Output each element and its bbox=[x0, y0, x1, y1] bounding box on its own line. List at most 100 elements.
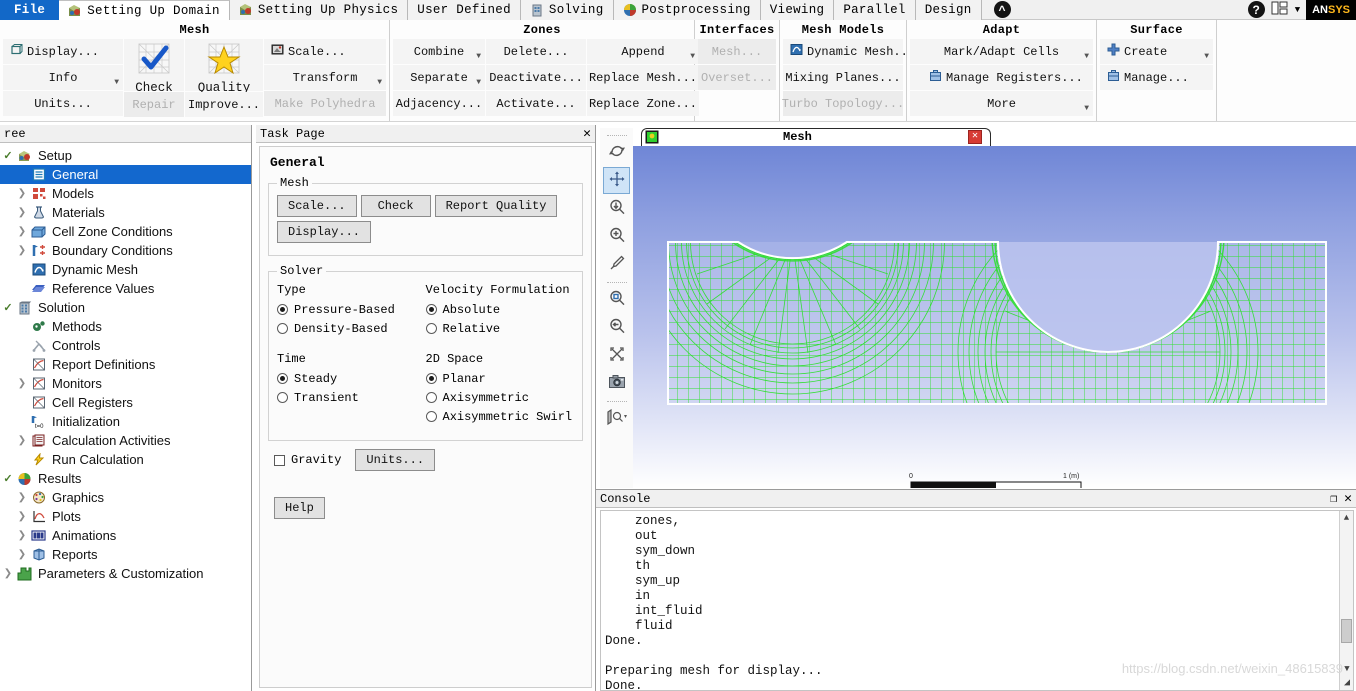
tree-item-reference-values[interactable]: Reference Values bbox=[0, 279, 251, 298]
zones-delete-button[interactable]: Delete... bbox=[486, 39, 586, 64]
zoom-fit-button[interactable] bbox=[603, 195, 630, 222]
mesh-scale-button[interactable]: Scale... bbox=[264, 39, 386, 64]
radio-axisymmetric[interactable]: Axisymmetric bbox=[425, 388, 575, 407]
radio-steady[interactable]: Steady bbox=[277, 369, 426, 388]
refresh-button[interactable] bbox=[603, 139, 630, 166]
zoom-in-button[interactable] bbox=[603, 223, 630, 250]
chevron-right-icon[interactable]: ❯ bbox=[14, 549, 30, 560]
zones-replace-zone-button[interactable]: Replace Zone... bbox=[587, 91, 699, 116]
help-button[interactable]: Help bbox=[274, 497, 325, 519]
tree-item-reports[interactable]: ❯ Reports bbox=[0, 545, 251, 564]
tree-item-graphics[interactable]: ❯ Graphics bbox=[0, 488, 251, 507]
help-icon[interactable]: ? bbox=[1247, 1, 1265, 18]
chevron-right-icon[interactable]: ❯ bbox=[14, 188, 30, 199]
tree-item-initialization[interactable]: t=0 Initialization bbox=[0, 412, 251, 431]
units-button[interactable]: Units... bbox=[355, 449, 436, 471]
chevron-right-icon[interactable]: ❯ bbox=[14, 511, 30, 522]
ribbon-tab-setting-up-physics[interactable]: Setting Up Physics bbox=[229, 0, 409, 20]
mesh-units-button[interactable]: Units... bbox=[3, 91, 123, 116]
report-quality-button[interactable]: Report Quality bbox=[434, 195, 558, 217]
tree-item-results[interactable]: ✓ Results bbox=[0, 469, 251, 488]
chevron-down-icon[interactable]: ▼ bbox=[690, 52, 695, 61]
ribbon-tab-setting-up-domain[interactable]: Setting Up Domain bbox=[59, 0, 230, 20]
tree-item-methods[interactable]: Methods bbox=[0, 317, 251, 336]
console-body[interactable]: zones, out sym_down th sym_up in int_flu… bbox=[600, 510, 1354, 691]
radio-planar[interactable]: Planar bbox=[425, 369, 575, 388]
zones-append-button[interactable]: Append ▼ bbox=[587, 39, 699, 64]
tree-item-animations[interactable]: ❯ Animations bbox=[0, 526, 251, 545]
radio-axisymmetric-swirl[interactable]: Axisymmetric Swirl bbox=[425, 407, 575, 426]
restore-icon[interactable]: ❐ bbox=[1330, 491, 1337, 506]
radio-transient[interactable]: Transient bbox=[277, 388, 426, 407]
tree-item-materials[interactable]: ❯ Materials bbox=[0, 203, 251, 222]
camera-button[interactable] bbox=[603, 370, 630, 397]
tree-item-plots[interactable]: ❯ Plots bbox=[0, 507, 251, 526]
chevron-right-icon[interactable]: ❯ bbox=[14, 435, 30, 446]
ribbon-tab-solving[interactable]: Solving bbox=[520, 0, 614, 20]
tree-item-dynamic-mesh[interactable]: Dynamic Mesh bbox=[0, 260, 251, 279]
mesh-make-polyhedra-button[interactable]: Make Polyhedra bbox=[264, 91, 386, 116]
tree-item-solution[interactable]: ✓ Solution bbox=[0, 298, 251, 317]
zoom-out-button[interactable] bbox=[603, 314, 630, 341]
chevron-right-icon[interactable]: ❯ bbox=[0, 568, 16, 579]
tree-item-controls[interactable]: Controls bbox=[0, 336, 251, 355]
manage-registers-button[interactable]: Manage Registers... bbox=[910, 65, 1093, 90]
mesh-check-button[interactable]: Check bbox=[124, 39, 184, 95]
outline-tree-body[interactable]: ✓ Setup General ❯ Models ❯ Materials ❯ Cell Zon… bbox=[0, 143, 251, 691]
ribbon-collapse-button[interactable]: ^ bbox=[990, 0, 1015, 19]
fit-to-window-button[interactable] bbox=[603, 342, 630, 369]
chevron-down-icon[interactable]: ▼ bbox=[476, 78, 481, 87]
chevron-right-icon[interactable]: ❯ bbox=[14, 245, 30, 256]
graphics-canvas[interactable]: 0 1 (m) bbox=[633, 146, 1356, 490]
turbo-topology-button[interactable]: Turbo Topology... bbox=[782, 91, 904, 116]
chevron-down-icon[interactable]: ▼ bbox=[1204, 52, 1209, 61]
ribbon-tab-design[interactable]: Design bbox=[915, 0, 982, 20]
gravity-checkbox[interactable]: Gravity bbox=[274, 453, 341, 467]
graphics-window-tab[interactable]: Mesh ✕ bbox=[633, 128, 1356, 146]
display-options-button[interactable] bbox=[603, 405, 630, 432]
dynamic-mesh-button[interactable]: Dynamic Mesh... bbox=[783, 39, 915, 64]
interfaces-mesh-button[interactable]: Mesh... bbox=[698, 39, 776, 64]
mixing-planes-button[interactable]: Mixing Planes... bbox=[783, 65, 903, 90]
zones-deactivate-button[interactable]: Deactivate... bbox=[486, 65, 586, 90]
tree-item-boundary-conditions[interactable]: ❯ Boundary Conditions bbox=[0, 241, 251, 260]
tree-item-general[interactable]: General bbox=[0, 165, 251, 184]
surface-manage-button[interactable]: Manage... bbox=[1100, 65, 1213, 90]
mesh-quality-button[interactable]: Quality bbox=[185, 39, 263, 95]
chevron-down-icon[interactable]: ▼ bbox=[1340, 662, 1353, 676]
tree-item-cell-zone-conditions[interactable]: ❯ Cell Zone Conditions bbox=[0, 222, 251, 241]
pan-move-button[interactable] bbox=[603, 167, 630, 194]
zoom-region-button[interactable] bbox=[603, 286, 630, 313]
radio-relative[interactable]: Relative bbox=[425, 319, 575, 338]
chevron-right-icon[interactable]: ❯ bbox=[14, 492, 30, 503]
resize-grip-icon[interactable]: ◢ bbox=[1340, 676, 1353, 690]
chevron-down-icon[interactable]: ▼ bbox=[1084, 104, 1089, 113]
mesh-info-button[interactable]: Info ▼ bbox=[3, 65, 123, 90]
chevron-down-icon[interactable]: ▼ bbox=[114, 78, 119, 87]
zones-combine-button[interactable]: Combine ▼ bbox=[393, 39, 485, 64]
layout-icon[interactable] bbox=[1271, 0, 1289, 20]
chevron-down-icon[interactable]: ▼ bbox=[377, 78, 382, 87]
surface-create-button[interactable]: Create ▼ bbox=[1100, 39, 1213, 64]
check-button[interactable]: Check bbox=[360, 195, 431, 217]
tree-item-report-definitions[interactable]: Report Definitions bbox=[0, 355, 251, 374]
close-icon[interactable]: ✕ bbox=[968, 130, 982, 144]
tree-item-run-calculation[interactable]: Run Calculation bbox=[0, 450, 251, 469]
ribbon-tab-postprocessing[interactable]: Postprocessing bbox=[613, 0, 761, 20]
chevron-right-icon[interactable]: ❯ bbox=[14, 378, 30, 389]
radio-absolute[interactable]: Absolute bbox=[425, 300, 575, 319]
tree-item-setup[interactable]: ✓ Setup bbox=[0, 146, 251, 165]
zones-separate-button[interactable]: Separate ▼ bbox=[393, 65, 485, 90]
chevron-right-icon[interactable]: ❯ bbox=[14, 530, 30, 541]
scale-button[interactable]: Scale... bbox=[277, 195, 357, 217]
tree-item-calculation-activities[interactable]: ❯ Calculation Activities bbox=[0, 431, 251, 450]
mesh-repair-button[interactable]: Repair bbox=[124, 92, 184, 117]
ribbon-tab-file[interactable]: File bbox=[0, 0, 60, 20]
tree-item-models[interactable]: ❯ Models bbox=[0, 184, 251, 203]
radio-density-based[interactable]: Density-Based bbox=[277, 319, 426, 338]
adapt-more-button[interactable]: More ▼ bbox=[910, 91, 1093, 116]
ribbon-tab-parallel[interactable]: Parallel bbox=[834, 0, 916, 20]
chevron-up-icon[interactable]: ▲ bbox=[1340, 511, 1353, 525]
chevron-down-icon[interactable]: ▼ bbox=[1295, 5, 1300, 15]
console-scrollbar[interactable]: ▲ ▼ ◢ bbox=[1339, 511, 1353, 690]
